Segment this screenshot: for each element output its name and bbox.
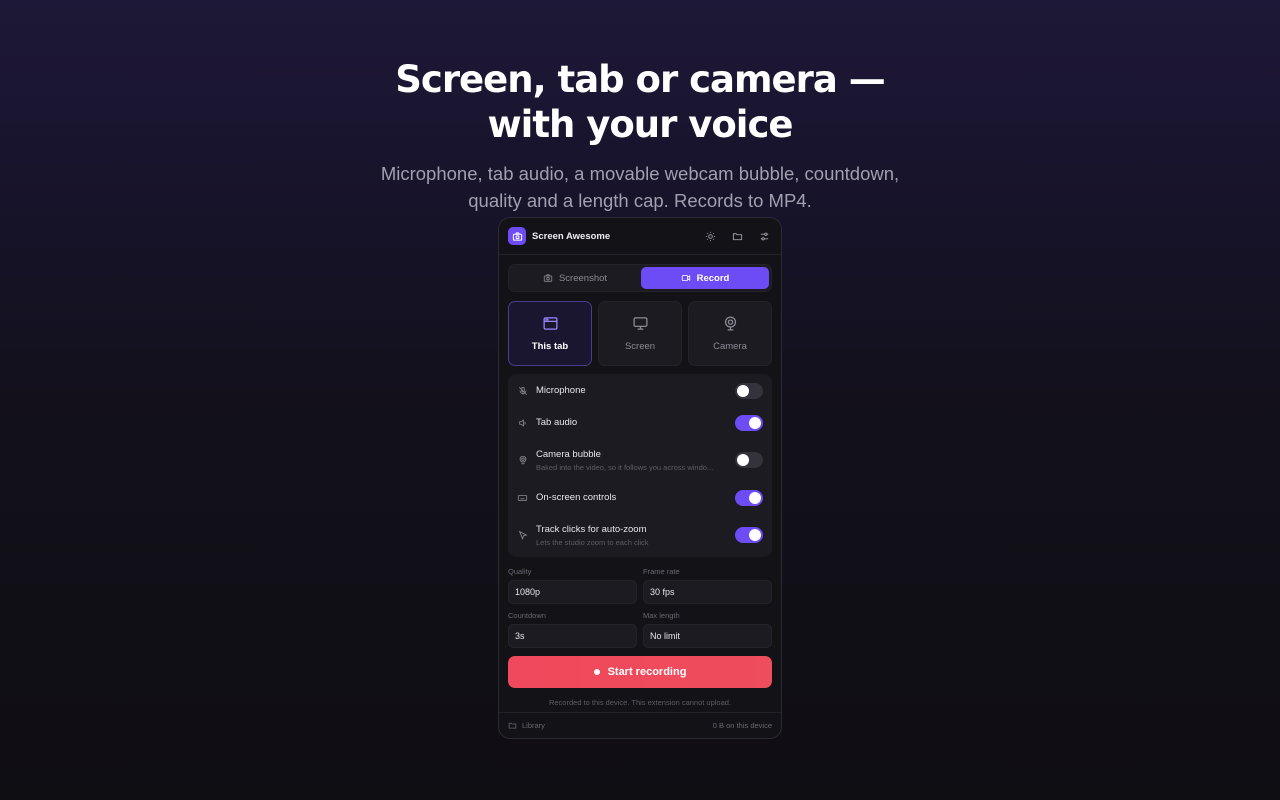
max-length-setting: Max length No limit <box>643 611 772 648</box>
app-logo-icon <box>508 227 526 245</box>
record-dot-icon <box>593 669 600 675</box>
track-clicks-toggle[interactable] <box>735 527 763 543</box>
option-camera-bubble-label: Camera bubble <box>536 448 601 460</box>
keyboard-icon <box>517 493 528 503</box>
privacy-note: Recorded to this device. This extension … <box>548 698 732 707</box>
option-camera-bubble: Camera bubble Baked into the video, so i… <box>508 440 772 480</box>
countdown-setting: Countdown 3s <box>508 611 637 648</box>
countdown-select[interactable]: 3s <box>508 624 637 648</box>
tab-screenshot-label: Screenshot <box>558 272 608 284</box>
countdown-label: Countdown <box>508 611 546 620</box>
source-screen[interactable]: Screen <box>598 301 682 366</box>
frame-rate-setting: Frame rate 30 fps <box>643 567 772 604</box>
source-picker: This tab Screen Camera <box>508 301 772 366</box>
hero-subtitle: Microphone, tab audio, a movable webcam … <box>380 163 900 211</box>
library-link[interactable]: Library <box>508 721 545 730</box>
source-this-tab-label: This tab <box>531 341 569 352</box>
quality-setting: Quality 1080p <box>508 567 637 604</box>
extension-popup: Screen Awesome Screenshot Record This ta… <box>498 217 782 739</box>
frame-rate-label: Frame rate <box>643 567 680 576</box>
hero-title: Screen, tab or camera — with your voice <box>0 57 1280 147</box>
max-length-label: Max length <box>643 611 680 620</box>
source-screen-label: Screen <box>624 341 656 352</box>
webcam-icon <box>724 316 736 331</box>
mic-off-icon <box>517 386 528 396</box>
quality-select[interactable]: 1080p <box>508 580 637 604</box>
on-screen-controls-toggle[interactable] <box>735 489 763 506</box>
popup-footer: Library 0 B on this device <box>499 712 781 738</box>
option-on-screen-controls: On-screen controls <box>508 480 772 515</box>
option-track-clicks: Track clicks for auto-zoom Lets the stud… <box>508 515 772 555</box>
tab-record[interactable]: Record <box>641 267 769 289</box>
option-tab-audio: Tab audio <box>508 405 772 440</box>
quality-label: Quality <box>508 567 532 576</box>
option-tab-audio-label: Tab audio <box>536 417 578 428</box>
max-length-select[interactable]: No limit <box>643 624 772 648</box>
mode-tabs: Screenshot Record <box>508 264 772 292</box>
browser-window-icon <box>542 317 558 330</box>
folder-icon[interactable] <box>732 231 743 242</box>
tab-record-label: Record <box>696 272 730 284</box>
speaker-icon <box>517 418 528 428</box>
source-camera[interactable]: Camera <box>688 301 772 366</box>
microphone-toggle[interactable] <box>735 382 763 399</box>
hero-title-line-1: Screen, tab or camera — <box>395 58 886 101</box>
camera-icon <box>543 274 553 282</box>
cursor-icon <box>517 530 528 540</box>
tab-audio-toggle[interactable] <box>735 414 763 431</box>
source-this-tab[interactable]: This tab <box>508 301 592 366</box>
options-list: Microphone Tab audio Camera bubble Baked… <box>508 374 772 557</box>
option-track-clicks-label: Track clicks for auto-zoom <box>536 523 647 535</box>
start-recording-label: Start recording <box>607 666 687 678</box>
option-track-clicks-description: Lets the studio zoom to each click <box>536 537 649 547</box>
folder-icon <box>508 722 517 729</box>
source-camera-label: Camera <box>713 341 747 352</box>
library-label: Library <box>522 721 545 730</box>
video-icon <box>681 275 690 281</box>
storage-usage: 0 B on this device <box>712 721 772 730</box>
webcam-icon <box>517 455 528 465</box>
recording-settings: Quality 1080p Frame rate 30 fps Countdow… <box>508 567 772 648</box>
option-microphone-label: Microphone <box>536 385 586 396</box>
app-title: Screen Awesome <box>532 230 611 242</box>
option-camera-bubble-description: Baked into the video, so it follows you … <box>536 462 714 472</box>
hero-title-line-2: with your voice <box>487 103 793 146</box>
start-recording-button[interactable]: Start recording <box>508 656 772 688</box>
option-microphone: Microphone <box>508 376 772 405</box>
camera-bubble-toggle[interactable] <box>735 452 763 468</box>
option-on-screen-controls-label: On-screen controls <box>536 492 617 503</box>
hero: Screen, tab or camera — with your voice … <box>0 0 1280 214</box>
tab-screenshot[interactable]: Screenshot <box>511 267 639 289</box>
monitor-icon <box>632 317 648 330</box>
sun-icon[interactable] <box>705 231 716 242</box>
popup-header: Screen Awesome <box>499 218 781 255</box>
sliders-icon[interactable] <box>759 231 770 242</box>
frame-rate-select[interactable]: 30 fps <box>643 580 772 604</box>
